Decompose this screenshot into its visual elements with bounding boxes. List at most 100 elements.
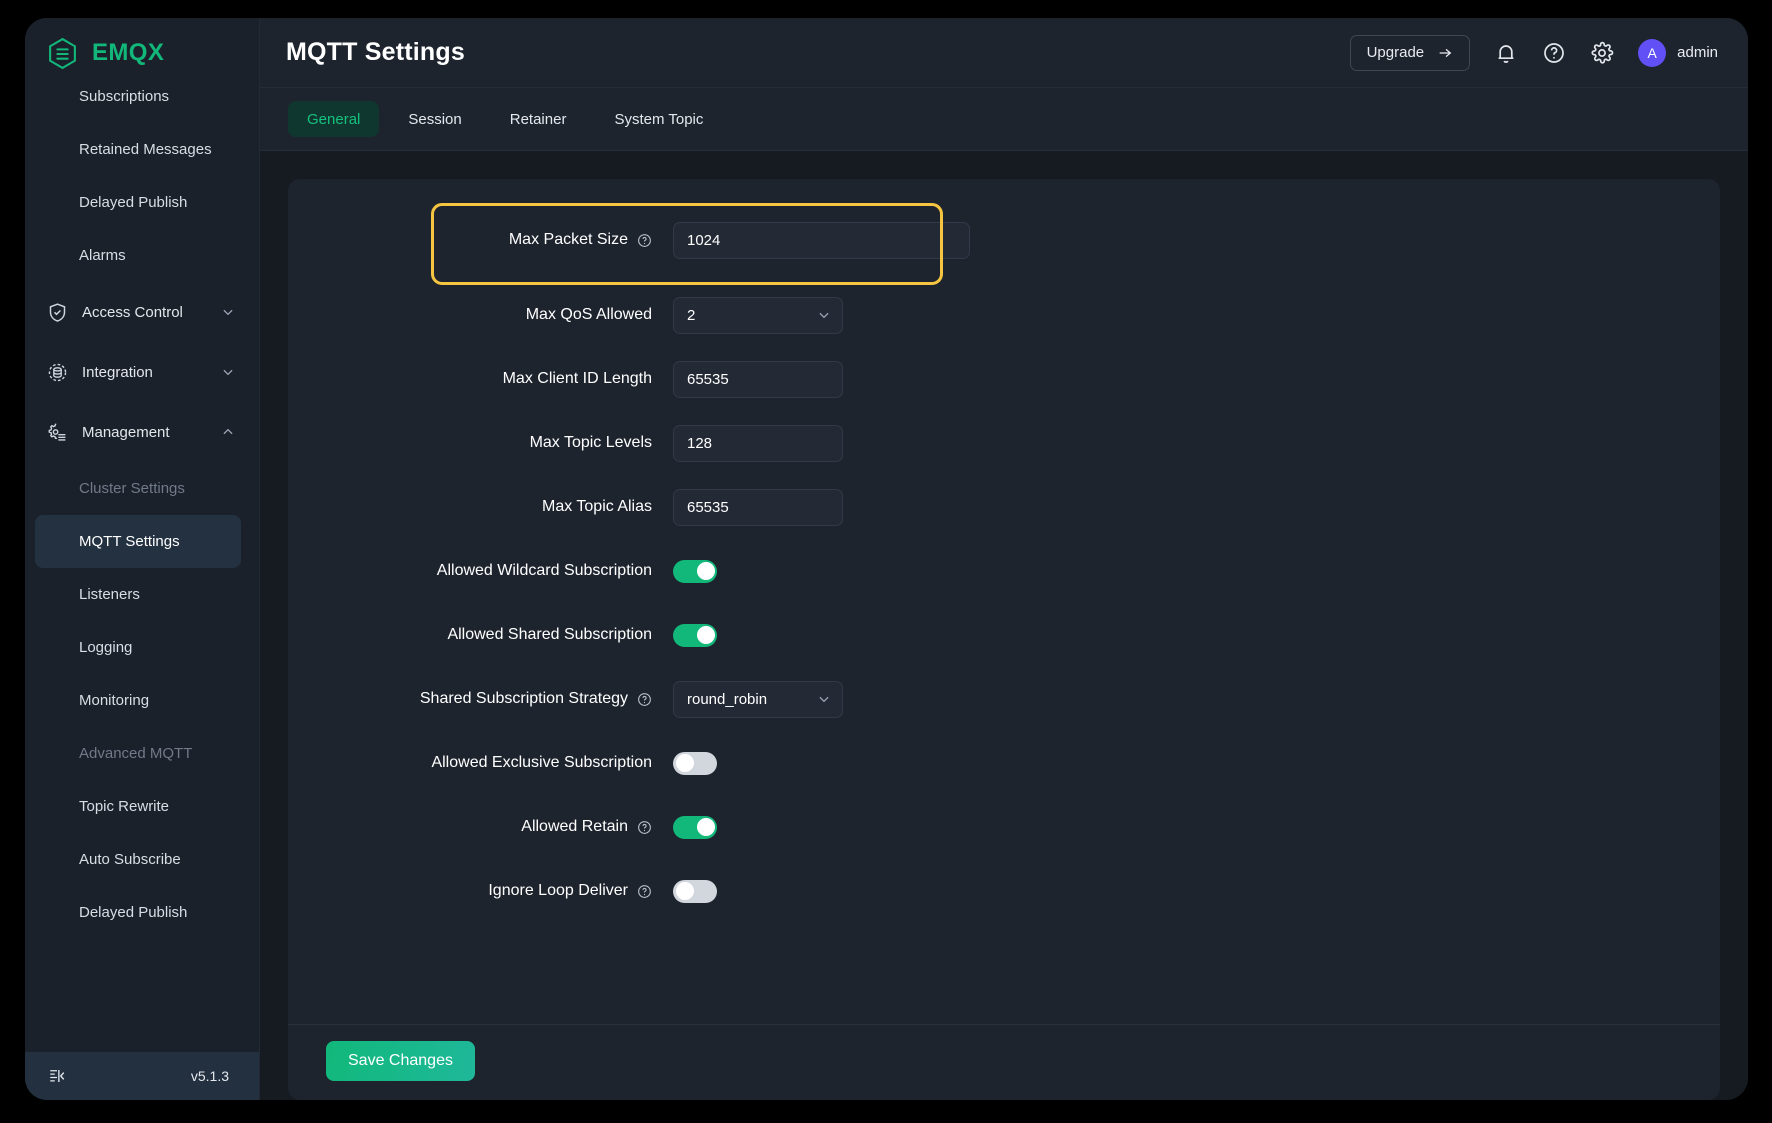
sidebar-item-label: Alarms [79, 247, 126, 264]
label-text: Max Client ID Length [503, 370, 652, 388]
toggle-knob [676, 882, 694, 900]
form-label: Max Packet Size [288, 231, 673, 249]
sidebar-group-label: Integration [82, 364, 207, 381]
brand-name: EMQX [92, 39, 164, 67]
tab-retainer[interactable]: Retainer [491, 101, 586, 137]
settings-form: Max Packet Size Max QoS Allowed [288, 179, 1720, 1024]
help-circle-icon[interactable] [637, 233, 652, 248]
emqx-hexagon-icon [46, 37, 79, 70]
sidebar-nav: Subscriptions Retained Messages Delayed … [25, 88, 259, 1052]
form-label: Max Topic Alias [288, 498, 673, 516]
form-row-max-topic-levels: Max Topic Levels [288, 411, 1720, 475]
sidebar-item-auto-subscribe[interactable]: Auto Subscribe [25, 833, 259, 886]
allowed-shared-subscription-toggle[interactable] [673, 624, 717, 647]
bell-icon[interactable] [1494, 41, 1518, 65]
tab-label: System Topic [614, 111, 703, 128]
form-row-allowed-shared-subscription: Allowed Shared Subscription [288, 603, 1720, 667]
arrow-right-icon [1437, 45, 1453, 61]
max-qos-allowed-select-wrap [673, 297, 843, 334]
tab-system-topic[interactable]: System Topic [595, 101, 722, 137]
sidebar-item-monitoring[interactable]: Monitoring [25, 674, 259, 727]
form-label: Allowed Exclusive Subscription [288, 754, 673, 772]
username-label[interactable]: admin [1677, 44, 1718, 61]
label-text: Ignore Loop Deliver [488, 882, 628, 900]
upgrade-button[interactable]: Upgrade [1350, 35, 1471, 71]
collapse-sidebar-icon[interactable] [47, 1067, 67, 1085]
save-changes-button[interactable]: Save Changes [326, 1041, 475, 1081]
content-area: Max Packet Size Max QoS Allowed [260, 151, 1748, 1100]
toggle-knob [697, 818, 715, 836]
avatar[interactable]: A [1638, 39, 1666, 67]
sidebar-item-label: MQTT Settings [79, 533, 180, 550]
sidebar-group-integration[interactable]: Integration [25, 342, 259, 402]
form-label: Ignore Loop Deliver [288, 882, 673, 900]
sidebar-item-label: Cluster Settings [79, 480, 185, 497]
label-text: Max Topic Alias [542, 498, 652, 516]
tabs: General Session Retainer System Topic [260, 88, 1748, 151]
form-row-max-qos-allowed: Max QoS Allowed [288, 283, 1720, 347]
shared-subscription-strategy-select[interactable] [673, 681, 843, 718]
brand[interactable]: EMQX [25, 18, 259, 88]
label-text: Max Topic Levels [530, 434, 652, 452]
label-text: Allowed Exclusive Subscription [431, 754, 652, 772]
sidebar-item-label: Listeners [79, 586, 140, 603]
sidebar-item-topic-rewrite[interactable]: Topic Rewrite [25, 780, 259, 833]
card-footer: Save Changes [288, 1024, 1720, 1100]
sidebar-group-access-control[interactable]: Access Control [25, 282, 259, 342]
sidebar-item-logging[interactable]: Logging [25, 621, 259, 674]
sidebar-group-label: Management [82, 424, 207, 441]
allowed-wildcard-subscription-toggle[interactable] [673, 560, 717, 583]
form-label: Max QoS Allowed [288, 306, 673, 324]
tab-general[interactable]: General [288, 101, 379, 137]
avatar-letter: A [1647, 45, 1656, 61]
tab-session[interactable]: Session [389, 101, 480, 137]
app-window: EMQX Subscriptions Retained Messages Del… [25, 18, 1748, 1100]
sidebar-item-delayed-publish-2[interactable]: Delayed Publish [25, 886, 259, 939]
form-label: Allowed Retain [288, 818, 673, 836]
sidebar-item-listeners[interactable]: Listeners [25, 568, 259, 621]
toggle-knob [697, 626, 715, 644]
sidebar-item-label: Advanced MQTT [79, 745, 192, 762]
gear-icon[interactable] [1590, 41, 1614, 65]
sidebar-item-label: Delayed Publish [79, 904, 187, 921]
sidebar-group-label: Access Control [82, 304, 207, 321]
help-circle-icon[interactable] [637, 884, 652, 899]
max-client-id-length-input[interactable] [673, 361, 843, 398]
sidebar-item-advanced-mqtt[interactable]: Advanced MQTT [25, 727, 259, 780]
toggle-knob [676, 754, 694, 772]
sidebar-item-delayed-publish[interactable]: Delayed Publish [25, 176, 259, 229]
sidebar-item-label: Delayed Publish [79, 194, 187, 211]
max-topic-alias-input[interactable] [673, 489, 843, 526]
sidebar-item-retained-messages[interactable]: Retained Messages [25, 123, 259, 176]
allowed-exclusive-subscription-toggle[interactable] [673, 752, 717, 775]
form-label: Allowed Wildcard Subscription [288, 562, 673, 580]
form-row-shared-subscription-strategy: Shared Subscription Strategy [288, 667, 1720, 731]
max-topic-levels-input[interactable] [673, 425, 843, 462]
sidebar-item-label: Monitoring [79, 692, 149, 709]
ignore-loop-deliver-toggle[interactable] [673, 880, 717, 903]
label-text: Allowed Wildcard Subscription [437, 562, 652, 580]
top-actions: Upgrade A [1350, 35, 1718, 71]
form-row-allowed-retain: Allowed Retain [288, 795, 1720, 859]
gear-list-icon [47, 422, 68, 443]
topbar: MQTT Settings Upgrade [260, 18, 1748, 88]
max-packet-size-input[interactable] [673, 222, 970, 259]
settings-card: Max Packet Size Max QoS Allowed [288, 179, 1720, 1100]
form-row-allowed-wildcard-subscription: Allowed Wildcard Subscription [288, 539, 1720, 603]
sidebar: EMQX Subscriptions Retained Messages Del… [25, 18, 260, 1100]
help-circle-icon[interactable] [637, 820, 652, 835]
help-circle-icon[interactable] [637, 692, 652, 707]
sidebar-item-mqtt-settings[interactable]: MQTT Settings [35, 515, 241, 568]
form-label: Shared Subscription Strategy [288, 690, 673, 708]
form-row-max-packet-size: Max Packet Size [288, 197, 1720, 283]
sidebar-item-cluster-settings[interactable]: Cluster Settings [25, 462, 259, 515]
sidebar-group-management[interactable]: Management [25, 402, 259, 462]
help-circle-icon[interactable] [1542, 41, 1566, 65]
page-title: MQTT Settings [286, 38, 1350, 67]
max-qos-allowed-select[interactable] [673, 297, 843, 334]
sidebar-footer: v5.1.3 [25, 1052, 259, 1100]
sidebar-item-subscriptions[interactable]: Subscriptions [25, 88, 259, 123]
allowed-retain-toggle[interactable] [673, 816, 717, 839]
form-label: Max Topic Levels [288, 434, 673, 452]
sidebar-item-alarms[interactable]: Alarms [25, 229, 259, 282]
